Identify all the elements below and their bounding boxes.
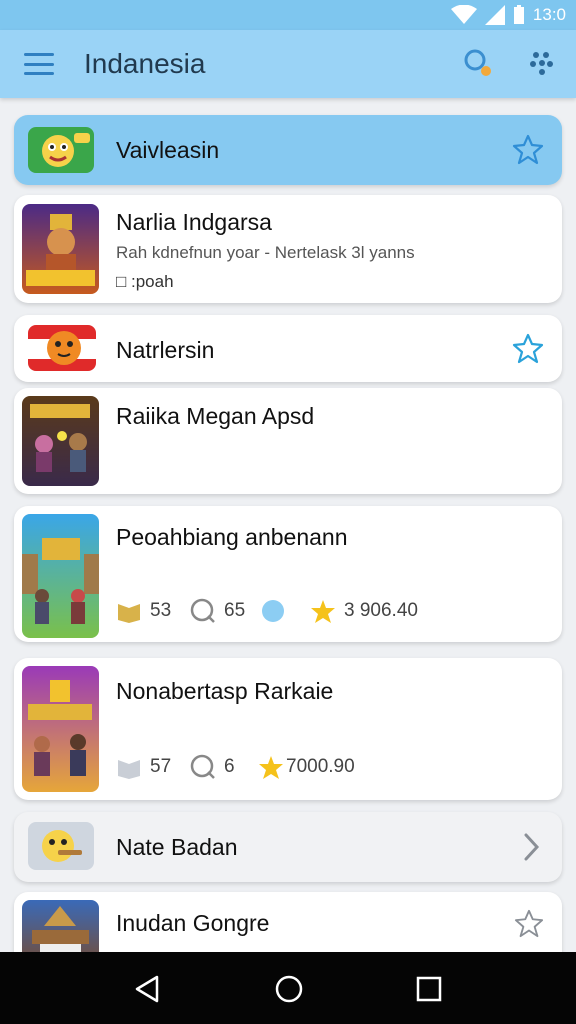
item-subtitle: Rah kdnefnun yoar - Nertelask 3l yanns: [116, 243, 415, 262]
home-icon[interactable]: [274, 974, 304, 1004]
stat-likes: 53: [116, 598, 171, 624]
status-bar: 13:0: [0, 0, 576, 30]
book-icon: [118, 760, 140, 779]
star-icon[interactable]: [512, 332, 544, 364]
item-name: Inudan Gongre: [116, 910, 270, 936]
item-name: Narlia Indgarsa: [116, 209, 272, 235]
item-name: Nonabertasp Rarkaie: [116, 678, 334, 704]
page-title: Indanesia: [84, 48, 206, 79]
app-thumbnail: [28, 325, 96, 371]
drop-icon: [262, 600, 284, 622]
signal-icon: [484, 5, 505, 25]
app-thumbnail: [22, 900, 99, 952]
app-list: Vaivleasin Narlia Indgarsa Rah kdnefnun …: [0, 98, 576, 952]
stat-rating: 3 906.40: [310, 598, 418, 624]
stat-likes: 57: [116, 754, 171, 780]
item-tag: □ :poah: [116, 272, 174, 291]
list-item[interactable]: Nate Badan: [14, 812, 562, 882]
item-name: Natrlersin: [116, 337, 215, 363]
list-item[interactable]: Natrlersin: [14, 315, 562, 382]
wifi-icon: [450, 5, 477, 24]
status-time: 13:0: [532, 5, 566, 24]
navigation-bar: [0, 952, 576, 1024]
app-thumbnail: [28, 822, 94, 870]
app-thumbnail: [22, 396, 99, 486]
comment-icon: [190, 598, 215, 623]
menu-icon[interactable]: [24, 53, 54, 75]
item-name: Vaivleasin: [116, 137, 220, 163]
item-name: Peoahbiang anbenann: [116, 524, 348, 550]
list-item[interactable]: Nonabertasp Rarkaie 57 6 7000.90: [14, 658, 562, 800]
star-outline-icon[interactable]: [514, 908, 544, 938]
list-item[interactable]: Peoahbiang anbenann 53 65 3 906.40: [14, 506, 562, 642]
comment-icon: [190, 754, 215, 779]
list-item[interactable]: Inudan Gongre: [14, 892, 562, 952]
stat-comments: 65: [190, 598, 245, 624]
list-item[interactable]: Narlia Indgarsa Rah kdnefnun yoar - Nert…: [14, 195, 562, 303]
recents-icon[interactable]: [414, 974, 444, 1004]
app-thumbnail: [22, 204, 99, 294]
stat-comments: 6: [190, 754, 235, 780]
star-icon[interactable]: [512, 133, 544, 165]
stat-drops: [260, 598, 294, 624]
item-name: Raiika Megan Apsd: [116, 403, 315, 429]
app-thumbnail: [22, 514, 99, 638]
search-icon[interactable]: [464, 49, 492, 77]
app-thumbnail: [22, 666, 99, 792]
apps-icon[interactable]: [528, 50, 554, 76]
item-name: Nate Badan: [116, 834, 238, 860]
list-item[interactable]: Vaivleasin: [14, 115, 562, 185]
battery-icon: [513, 5, 524, 24]
list-item[interactable]: Raiika Megan Apsd: [14, 388, 562, 494]
chevron-right-icon[interactable]: [522, 832, 540, 862]
book-icon: [118, 604, 140, 623]
star-icon: [259, 756, 283, 779]
back-icon[interactable]: [133, 974, 163, 1004]
app-thumbnail: [28, 127, 94, 173]
star-icon: [311, 600, 335, 623]
stat-rating: 7000.90: [258, 754, 355, 780]
